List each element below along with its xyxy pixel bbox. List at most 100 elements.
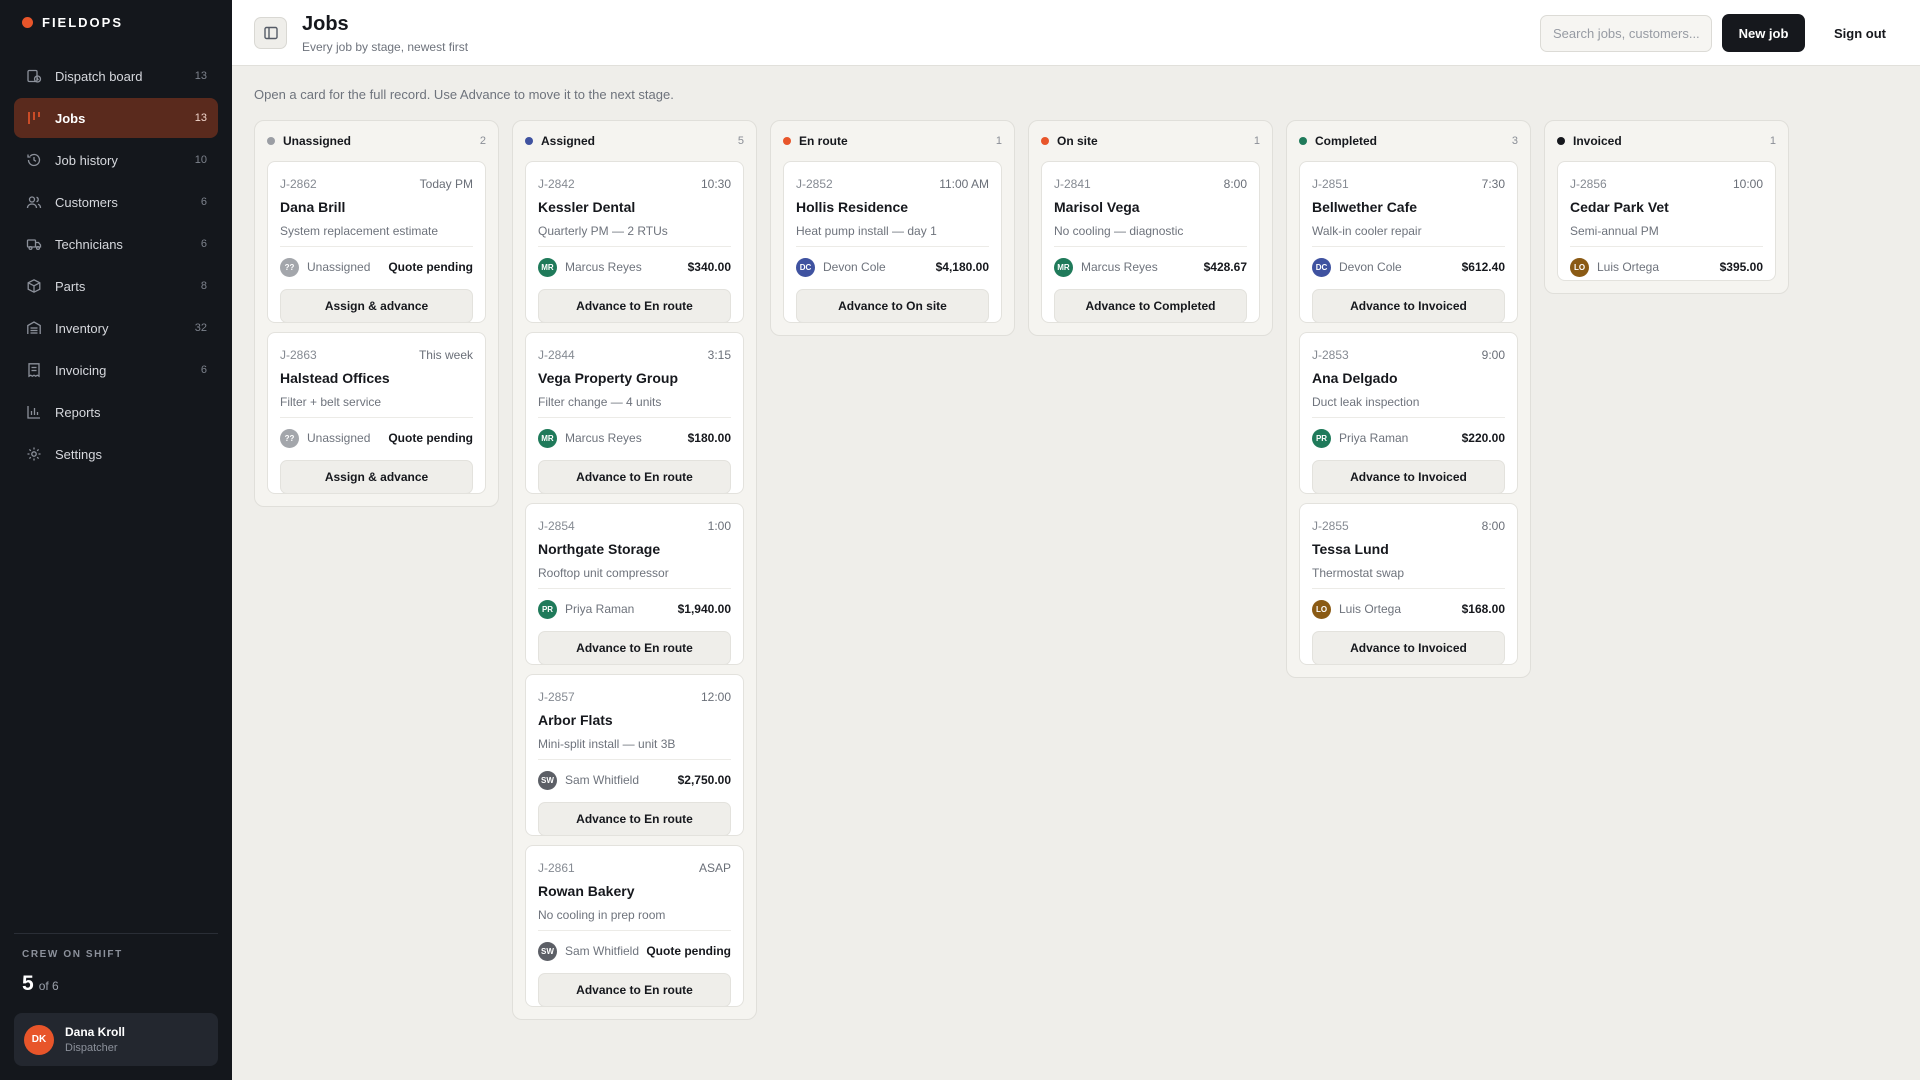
job-card[interactable]: J-2851 7:30 Bellwether Cafe Walk-in cooler … — [1299, 161, 1518, 323]
box-icon — [26, 278, 42, 294]
job-card[interactable]: J-2863 This week Halstead Offices Filter + … — [267, 332, 486, 494]
column-on-site: On site 1 J-2841 8:00 Marisol Vega No cooling… — [1028, 120, 1273, 336]
card-meta: SW Sam Whitfield $2,750.00 — [538, 770, 731, 790]
sidebar-item-invoicing[interactable]: Invoicing 6 — [14, 350, 218, 390]
advance-button[interactable]: Advance to En route — [538, 802, 731, 836]
column-title: Assigned — [541, 134, 596, 148]
job-id: J-2851 — [1312, 177, 1349, 191]
job-card[interactable]: J-2862 Today PM Dana Brill System replaceme… — [267, 161, 486, 323]
avatar: SW — [538, 941, 557, 961]
sidebar-item-settings[interactable]: Settings — [14, 434, 218, 474]
card-meta: MR Marcus Reyes $428.67 — [1054, 257, 1247, 277]
page-title: Jobs — [302, 13, 349, 35]
advance-button[interactable]: Advance to Invoiced — [1312, 289, 1505, 323]
job-id: J-2854 — [538, 519, 575, 533]
warehouse-icon — [26, 320, 42, 336]
advance-button[interactable]: Advance to Invoiced — [1312, 460, 1505, 494]
job-card[interactable]: J-2841 8:00 Marisol Vega No cooling — diagn… — [1041, 161, 1260, 323]
job-description: No cooling in prep room — [538, 908, 666, 922]
advance-button[interactable]: Advance to En route — [538, 631, 731, 665]
sidebar-item-technicians[interactable]: Technicians 6 — [14, 224, 218, 264]
job-customer: Tessa Lund — [1312, 541, 1389, 557]
job-id: J-2842 — [538, 177, 575, 191]
job-time: This week — [418, 348, 473, 362]
job-card[interactable]: J-2854 1:00 Northgate Storage Rooftop unit … — [525, 503, 744, 665]
advance-button[interactable]: Advance to En route — [538, 460, 731, 494]
sidebar-item-job-history[interactable]: Job history 10 — [14, 140, 218, 180]
job-description: Filter + belt service — [280, 395, 382, 409]
sidebar-item-count: 6 — [200, 364, 207, 376]
column-unassigned: Unassigned 2 J-2862 Today PM Dana Brill Syste… — [254, 120, 499, 507]
sidebar-divider — [14, 933, 218, 934]
status-dot-icon — [1041, 137, 1049, 145]
sidebar-toggle-button[interactable] — [254, 17, 287, 49]
avatar: LO — [1312, 599, 1331, 619]
job-time: 10:00 — [1732, 177, 1763, 191]
job-description: Semi-annual PM — [1570, 224, 1659, 238]
advance-button[interactable]: Advance to Invoiced — [1312, 631, 1505, 665]
board-hint: Open a card for the full record. Use Adv… — [254, 87, 674, 102]
crew-total: of 6 — [38, 979, 59, 993]
card-header: J-2852 11:00 AM — [796, 177, 989, 191]
sidebar-item-parts[interactable]: Parts 8 — [14, 266, 218, 306]
job-time: Today PM — [419, 177, 473, 191]
job-card[interactable]: J-2844 3:15 Vega Property Group Filter chan… — [525, 332, 744, 494]
job-description: Filter change — 4 units — [538, 395, 662, 409]
job-card[interactable]: J-2853 9:00 Ana Delgado Duct leak inspectio… — [1299, 332, 1518, 494]
brand-logo[interactable]: FIELDOPS — [22, 15, 123, 30]
column-en-route: En route 1 J-2852 11:00 AM Hollis Residence H… — [770, 120, 1015, 336]
advance-button[interactable]: Advance to En route — [538, 973, 731, 1007]
user-role: Dispatcher — [65, 1042, 118, 1054]
card-divider — [280, 417, 473, 418]
job-customer: Halstead Offices — [280, 370, 390, 386]
job-time: 8:00 — [1223, 177, 1247, 191]
advance-button[interactable]: Assign & advance — [280, 460, 473, 494]
search-input[interactable] — [1540, 15, 1712, 52]
card-divider — [538, 930, 731, 931]
sidebar-item-label: Dispatch board — [55, 68, 143, 84]
sidebar-item-count: 10 — [194, 154, 207, 166]
job-card[interactable]: J-2855 8:00 Tessa Lund Thermostat swap LO Lui… — [1299, 503, 1518, 665]
card-meta: DC Devon Cole $612.40 — [1312, 257, 1505, 277]
sidebar-item-jobs[interactable]: Jobs 13 — [14, 98, 218, 138]
sidebar-item-customers[interactable]: Customers 6 — [14, 182, 218, 222]
clock-board-icon — [26, 68, 42, 84]
truck-icon — [26, 236, 42, 252]
column-header: Unassigned 2 — [267, 121, 486, 161]
job-description: System replacement estimate — [280, 224, 439, 238]
technician-name: Marcus Reyes — [565, 431, 642, 445]
card-header: J-2855 8:00 — [1312, 519, 1505, 533]
advance-button[interactable]: Advance to On site — [796, 289, 989, 323]
job-price: $180.00 — [687, 431, 731, 445]
status-dot-icon — [267, 137, 275, 145]
job-description: Walk-in cooler repair — [1312, 224, 1422, 238]
avatar: PR — [1312, 428, 1331, 448]
card-meta: DC Devon Cole $4,180.00 — [796, 257, 989, 277]
card-meta: ?? Unassigned Quote pending — [280, 428, 473, 448]
sidebar-item-count: 8 — [200, 280, 207, 292]
card-divider — [538, 417, 731, 418]
job-time: 9:00 — [1481, 348, 1505, 362]
advance-button[interactable]: Assign & advance — [280, 289, 473, 323]
new-job-button[interactable]: New job — [1722, 14, 1805, 52]
advance-button[interactable]: Advance to En route — [538, 289, 731, 323]
avatar: MR — [538, 257, 557, 277]
sidebar-toggle-icon — [263, 26, 278, 40]
job-card[interactable]: J-2857 12:00 Arbor Flats Mini-split install… — [525, 674, 744, 836]
sidebar-item-inventory[interactable]: Inventory 32 — [14, 308, 218, 348]
sidebar-item-dispatch-board[interactable]: Dispatch board 13 — [14, 56, 218, 96]
user-card[interactable]: DK Dana Kroll Dispatcher — [14, 1013, 218, 1066]
job-card[interactable]: J-2852 11:00 AM Hollis Residence Heat pump … — [783, 161, 1002, 323]
column-title: Invoiced — [1573, 134, 1622, 148]
job-card[interactable]: J-2861 ASAP Rowan Bakery No cooling in prep… — [525, 845, 744, 1007]
job-price: Quote pending — [388, 431, 473, 445]
card-meta: MR Marcus Reyes $340.00 — [538, 257, 731, 277]
sidebar-item-reports[interactable]: Reports — [14, 392, 218, 432]
advance-button[interactable]: Advance to Completed — [1054, 289, 1247, 323]
column-completed: Completed 3 J-2851 7:30 Bellwether Cafe Walk-… — [1286, 120, 1531, 678]
avatar: DK — [24, 1024, 54, 1055]
job-card[interactable]: J-2856 10:00 Cedar Park Vet Semi-annual PM L… — [1557, 161, 1776, 281]
job-card[interactable]: J-2842 10:30 Kessler Dental Quarterly PM — … — [525, 161, 744, 323]
status-dot-icon — [525, 137, 533, 145]
sign-out-button[interactable]: Sign out — [1820, 14, 1900, 52]
